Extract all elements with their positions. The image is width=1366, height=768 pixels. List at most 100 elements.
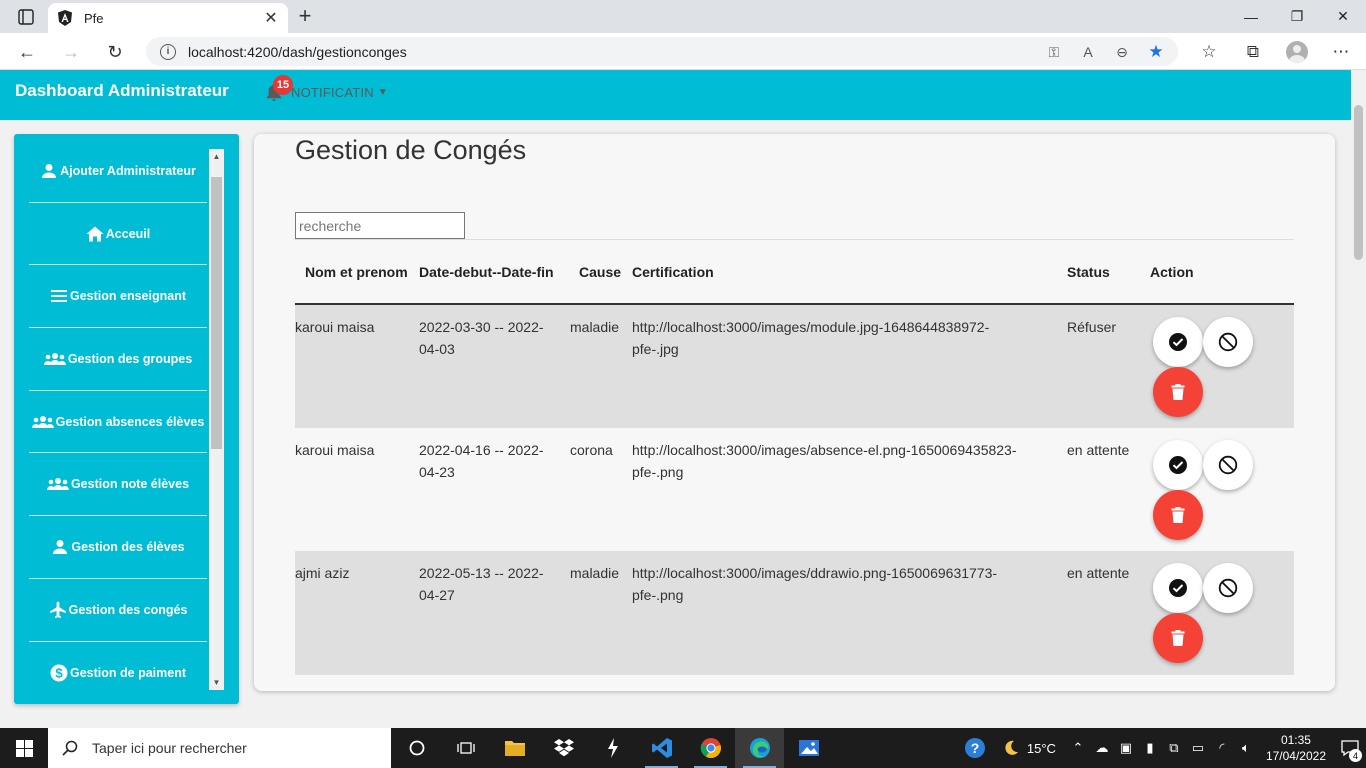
- cell-actions: [1140, 551, 1294, 675]
- sidebar-item-gestion-des-eleves[interactable]: Gestion des élèves: [29, 516, 207, 579]
- chrome-icon[interactable]: [686, 728, 735, 768]
- menu-icon: [50, 287, 68, 305]
- taskbar-search[interactable]: Taper ici pour rechercher: [48, 728, 391, 768]
- page-scrollbar[interactable]: [1351, 70, 1366, 728]
- sidebar-scroll-thumb[interactable]: [211, 177, 222, 449]
- action-center-icon[interactable]: 4: [1334, 728, 1366, 768]
- camera-icon[interactable]: ▣: [1114, 728, 1138, 768]
- group-icon: [43, 350, 66, 368]
- more-menu-icon[interactable]: ⋯: [1326, 39, 1356, 65]
- task-view-icon[interactable]: [441, 728, 490, 768]
- favorite-star-icon[interactable]: ★: [1146, 42, 1166, 62]
- check-circle-icon: [1169, 579, 1187, 597]
- delete-button[interactable]: [1153, 613, 1203, 663]
- notification-label[interactable]: NOTIFICATIN: [291, 85, 374, 100]
- scroll-down-icon[interactable]: ▼: [209, 675, 224, 690]
- file-explorer-icon[interactable]: [490, 728, 539, 768]
- dropbox-icon[interactable]: [539, 728, 588, 768]
- weather-icon[interactable]: [995, 728, 1027, 768]
- notification-badge: 15: [273, 75, 293, 95]
- vscode-icon[interactable]: [637, 728, 686, 768]
- collections-icon[interactable]: ⧉: [1238, 39, 1268, 65]
- tab-close-icon[interactable]: ✕: [262, 8, 280, 28]
- delete-button[interactable]: [1153, 489, 1203, 540]
- cell-certification: http://localhost:3000/images/module.jpg-…: [622, 304, 1057, 428]
- help-icon[interactable]: ?: [955, 728, 995, 768]
- back-button[interactable]: ←: [14, 39, 40, 65]
- photos-icon[interactable]: [784, 728, 833, 768]
- wifi-icon[interactable]: ◜: [1210, 728, 1234, 768]
- sidebar-item-gestion-absences-eleves[interactable]: Gestion absences élèves: [29, 391, 207, 454]
- key-icon[interactable]: ⚿: [1044, 42, 1064, 62]
- app-icon[interactable]: [588, 728, 637, 768]
- read-aloud-icon[interactable]: A: [1078, 42, 1098, 62]
- windows-start-button[interactable]: [0, 728, 48, 768]
- volume-icon[interactable]: 🔈︎: [1234, 728, 1258, 768]
- sidebar-item-acceuil[interactable]: Acceuil: [29, 203, 207, 266]
- chevron-down-icon: ▼: [377, 86, 388, 98]
- new-tab-button[interactable]: +: [294, 4, 316, 28]
- microphone-icon[interactable]: ▮: [1138, 728, 1162, 768]
- sidebar-scrollbar[interactable]: ▲ ▼: [209, 149, 224, 690]
- cell-name: karoui maisa: [295, 427, 408, 551]
- chevron-up-icon[interactable]: ⌃: [1066, 728, 1090, 768]
- url-text[interactable]: localhost:4200/dash/gestionconges: [188, 44, 407, 60]
- restore-button[interactable]: ❐: [1274, 0, 1320, 33]
- sidebar-item-gestion-de-paiment[interactable]: $ Gestion de paiment: [29, 642, 207, 705]
- site-info-icon[interactable]: i: [160, 43, 176, 60]
- sidebar-item-label: Gestion enseignant: [70, 289, 186, 304]
- home-icon: [86, 225, 104, 243]
- cell-status: Réfuser: [1057, 304, 1140, 428]
- reload-button[interactable]: ↻: [102, 39, 128, 65]
- sidebar-item-gestion-enseignant[interactable]: Gestion enseignant: [29, 265, 207, 329]
- cell-actions: [1140, 304, 1294, 428]
- app-header: Dashboard Administrateur 15 NOTIFICATIN …: [0, 70, 1351, 120]
- cortana-icon[interactable]: [392, 728, 441, 768]
- battery-icon[interactable]: ▭: [1186, 728, 1210, 768]
- profile-avatar[interactable]: [1282, 39, 1312, 65]
- brand-title: Dashboard Administrateur: [15, 81, 229, 100]
- cell-status: en attente: [1057, 551, 1140, 675]
- sidebar-item-gestion-note-eleves[interactable]: Gestion note élèves: [29, 453, 207, 517]
- sidebar-item-gestion-des-groupes[interactable]: Gestion des groupes: [29, 328, 207, 391]
- refuse-button[interactable]: [1203, 563, 1253, 613]
- sidebar-item-ajouter-administrateur[interactable]: Ajouter Administrateur: [29, 140, 207, 203]
- display-icon[interactable]: ⧉: [1162, 728, 1186, 768]
- accept-button[interactable]: [1153, 439, 1203, 490]
- refuse-button[interactable]: [1203, 439, 1253, 490]
- forward-button[interactable]: →: [58, 39, 84, 65]
- clock[interactable]: 01:35 17/04/2022: [1266, 732, 1326, 764]
- notification-menu[interactable]: 15 NOTIFICATIN ▼: [265, 75, 388, 102]
- bell-icon[interactable]: 15: [265, 75, 293, 102]
- address-bar[interactable]: i localhost:4200/dash/gestionconges ⚿ A …: [146, 37, 1178, 66]
- zoom-icon[interactable]: ⊖: [1112, 42, 1132, 62]
- tab-actions-icon[interactable]: [10, 7, 38, 27]
- onedrive-icon[interactable]: ☁: [1090, 728, 1114, 768]
- page-scroll-thumb[interactable]: [1354, 105, 1363, 260]
- browser-tab-bar: Pfe ✕ + — ❐ ✕: [0, 0, 1366, 33]
- cell-cause: corona: [560, 427, 622, 551]
- airplane-icon: [49, 601, 67, 619]
- temperature[interactable]: 15°C: [1027, 741, 1056, 756]
- check-circle-icon: [1169, 455, 1187, 474]
- sidebar-item-label: Acceuil: [105, 226, 151, 241]
- column-header: Date-debut--Date-fin: [408, 240, 560, 305]
- trash-icon: [1171, 630, 1185, 646]
- delete-button[interactable]: [1153, 367, 1203, 417]
- accept-button[interactable]: [1153, 317, 1203, 367]
- refuse-button[interactable]: [1203, 317, 1253, 367]
- check-circle-icon: [1169, 333, 1187, 351]
- group-icon: [31, 413, 54, 431]
- close-window-button[interactable]: ✕: [1320, 0, 1366, 33]
- browser-tab[interactable]: Pfe ✕: [48, 3, 288, 33]
- scroll-up-icon[interactable]: ▲: [209, 149, 224, 164]
- sidebar-item-gestion-des-conges[interactable]: Gestion des congés: [29, 579, 207, 642]
- minimize-button[interactable]: —: [1228, 0, 1274, 33]
- edge-icon[interactable]: [735, 728, 784, 768]
- conges-card: Gestion de Congés Nom et prenom Date-deb…: [254, 134, 1335, 691]
- favorites-icon[interactable]: ☆: [1194, 39, 1224, 65]
- accept-button[interactable]: [1153, 563, 1203, 613]
- dollar-icon: $: [50, 664, 68, 682]
- action-center-badge: 4: [1349, 749, 1362, 762]
- search-input[interactable]: [295, 212, 465, 239]
